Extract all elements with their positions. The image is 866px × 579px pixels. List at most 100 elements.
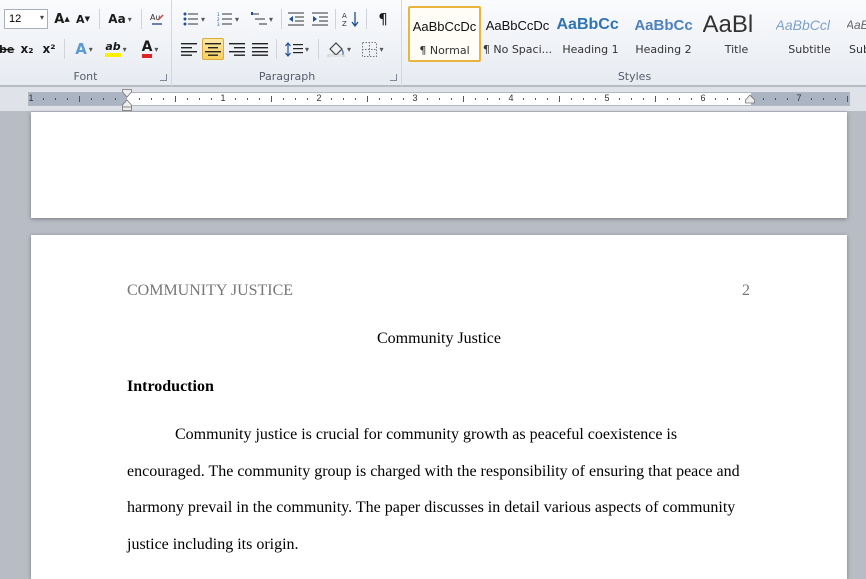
- style-no-spacing[interactable]: AaBbCcDc ¶ No Spaci...: [481, 6, 554, 62]
- paragraph-dialog-launcher-icon[interactable]: [390, 74, 397, 81]
- paragraph-line[interactable]: Community justice is crucial for communi…: [175, 426, 677, 444]
- ruler-tick: [847, 96, 848, 102]
- numbering-button[interactable]: 1 2 3: [213, 8, 243, 30]
- align-left-button[interactable]: [179, 38, 199, 60]
- borders-button[interactable]: [358, 38, 388, 60]
- ruler-tick: [307, 98, 308, 100]
- justify-button[interactable]: [250, 38, 270, 60]
- clear-formatting-button[interactable]: Aᴜ: [147, 8, 167, 30]
- document-page-1[interactable]: [31, 112, 847, 218]
- section-heading[interactable]: Introduction: [127, 378, 214, 396]
- subscript-button[interactable]: x₂: [18, 38, 36, 60]
- paragraph-group: 1 2 3: [173, 0, 402, 86]
- highlight-color-button[interactable]: ab: [101, 38, 131, 60]
- superscript-button[interactable]: x²: [40, 38, 58, 60]
- bullet-list-icon: [183, 12, 198, 26]
- align-left-icon: [181, 42, 197, 56]
- ruler-tick: [655, 96, 656, 102]
- line-spacing-button[interactable]: [282, 38, 312, 60]
- paragraph-line[interactable]: justice including its origin.: [127, 536, 299, 554]
- ruler-tick: [283, 98, 284, 100]
- decrease-indent-button[interactable]: [286, 8, 306, 30]
- sort-button[interactable]: A Z: [340, 8, 362, 30]
- multilevel-list-icon: [250, 12, 267, 25]
- justify-icon: [252, 42, 268, 56]
- ruler-tick: [103, 98, 104, 100]
- ruler-tick: [367, 96, 368, 102]
- ruler-tick: [43, 98, 44, 100]
- numbered-list-icon: 1 2 3: [217, 12, 232, 26]
- document-page-2[interactable]: COMMUNITY JUSTICE 2 Community Justice In…: [31, 235, 847, 579]
- separator: [64, 39, 65, 59]
- document-title[interactable]: Community Justice: [31, 330, 847, 348]
- font-color-button[interactable]: A: [136, 38, 164, 60]
- paragraph-group-label: Paragraph: [258, 70, 316, 83]
- ruler-tick: [835, 98, 836, 100]
- shading-button[interactable]: [324, 38, 354, 60]
- pilcrow-icon: ¶: [378, 10, 388, 28]
- ruler-tick: [823, 98, 824, 100]
- running-head[interactable]: COMMUNITY JUSTICE: [127, 282, 293, 300]
- indent-marker-icon[interactable]: [122, 89, 132, 111]
- ruler-tick: [595, 98, 596, 100]
- ruler-tick: [235, 98, 236, 100]
- increase-indent-icon: [312, 12, 328, 26]
- ruler-tick: [67, 98, 68, 100]
- ruler-number: 6: [700, 93, 706, 103]
- align-center-button[interactable]: [202, 38, 224, 60]
- shrink-font-button[interactable]: A ▼: [74, 8, 92, 30]
- increase-indent-button[interactable]: [310, 8, 330, 30]
- ruler-tick: [403, 98, 404, 100]
- ruler-tick: [619, 98, 620, 100]
- bullets-button[interactable]: [179, 8, 209, 30]
- ruler-tick: [79, 96, 80, 102]
- grow-font-button[interactable]: A ▲: [53, 8, 71, 30]
- show-formatting-marks-button[interactable]: ¶: [372, 8, 394, 30]
- change-case-button[interactable]: Aa: [105, 8, 135, 30]
- ruler-tick: [583, 98, 584, 100]
- ruler-tick: [571, 98, 572, 100]
- chevron-down-icon[interactable]: ▾: [40, 13, 44, 22]
- separator: [318, 39, 319, 59]
- paragraph-line[interactable]: harmony prevail in the community. The pa…: [127, 499, 740, 517]
- page-number[interactable]: 2: [742, 282, 750, 300]
- ruler-number: 4: [508, 93, 514, 103]
- styles-group-label: Styles: [617, 70, 652, 83]
- align-right-button[interactable]: [227, 38, 247, 60]
- strikethrough-button[interactable]: abe: [0, 38, 14, 60]
- style-subtitle[interactable]: AaBbCcl Subtitle: [773, 6, 846, 62]
- style-subtle-emphasis[interactable]: AaBl Sub: [846, 6, 866, 62]
- ruler-tick: [355, 98, 356, 100]
- ruler-number: 1: [28, 93, 34, 103]
- style-heading-1[interactable]: AaBbCc Heading 1: [554, 6, 627, 62]
- ruler-tick: [487, 98, 488, 100]
- font-dialog-launcher-icon[interactable]: [160, 74, 167, 81]
- sort-icon: A Z: [342, 12, 359, 27]
- clear-formatting-icon: Aᴜ: [150, 13, 164, 25]
- ruler-tick: [247, 98, 248, 100]
- ruler-tick: [175, 96, 176, 102]
- paragraph-line[interactable]: encouraged. The community group is charg…: [127, 463, 740, 481]
- right-indent-marker-icon[interactable]: [745, 94, 755, 104]
- svg-text:A: A: [342, 12, 347, 20]
- style-normal[interactable]: AaBbCcDc ¶ Normal: [408, 6, 481, 62]
- svg-text:3: 3: [217, 22, 220, 26]
- ruler-tick: [211, 98, 212, 100]
- ruler-tick: [775, 98, 776, 100]
- separator: [366, 9, 367, 29]
- ruler-tick: [631, 98, 632, 100]
- horizontal-ruler[interactable]: 1 1 2 3 4 5 6 7: [28, 92, 850, 106]
- ruler-number: 7: [796, 93, 802, 103]
- ruler-number: 2: [316, 93, 322, 103]
- svg-text:Z: Z: [342, 20, 347, 27]
- text-effects-button[interactable]: A: [70, 38, 98, 60]
- multilevel-list-button[interactable]: [247, 8, 277, 30]
- style-heading-2[interactable]: AaBbCc Heading 2: [627, 6, 700, 62]
- style-title[interactable]: AaBl Title: [700, 6, 773, 62]
- font-size-combobox[interactable]: 12 ▾: [4, 9, 48, 29]
- ruler-tick: [187, 98, 188, 100]
- ruler-tick: [727, 98, 728, 100]
- ruler-tick: [331, 98, 332, 100]
- ruler-tick: [451, 98, 452, 100]
- ruler-tick: [679, 98, 680, 100]
